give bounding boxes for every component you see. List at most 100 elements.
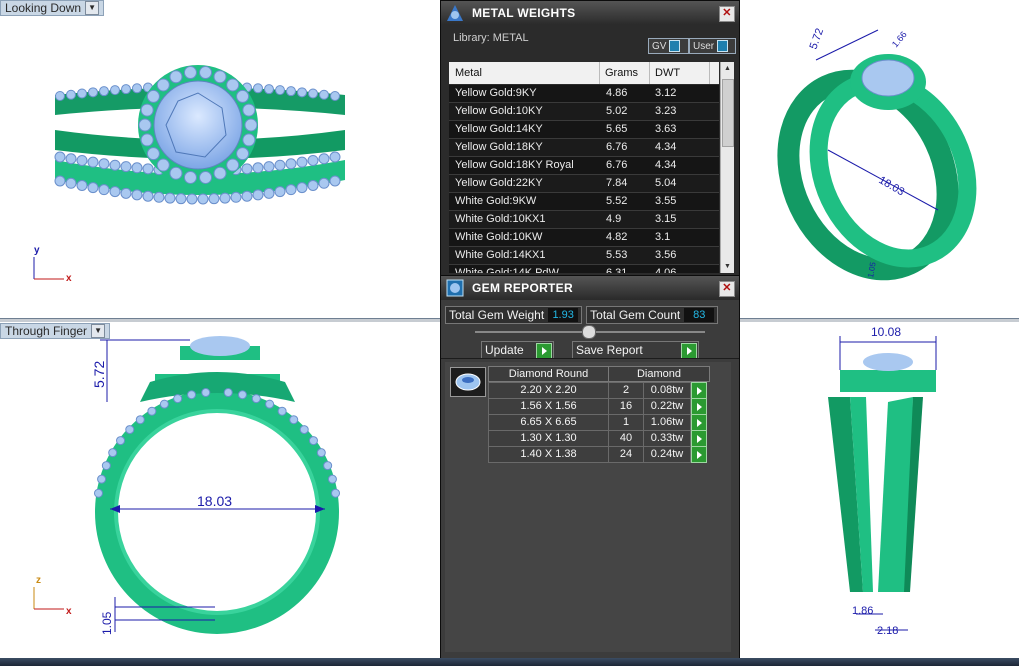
gem-bead: [264, 84, 274, 95]
gem-bead: [183, 170, 197, 184]
gem-bead: [187, 390, 197, 400]
gem-bead: [169, 166, 183, 180]
gem-bead: [55, 91, 65, 101]
gem-bead: [132, 83, 142, 94]
gem-bead: [125, 425, 135, 435]
table-row[interactable]: Yellow Gold:10KY 5.02 3.23: [449, 103, 719, 121]
metal-table-scrollbar[interactable]: ▲ ▼: [720, 62, 734, 273]
gem-bead: [327, 474, 337, 484]
toggle-switch-icon: [717, 40, 729, 52]
gem-table-area: Diamond Round Diamond 2.20 X 2.20 2 0.08tw…: [445, 362, 731, 652]
ring-perspective-view: 5.72 18.03 1.66 1.05: [777, 27, 977, 281]
gem-bead: [308, 88, 318, 99]
scroll-thumb[interactable]: [722, 79, 734, 147]
viewport-label-text: Looking Down: [5, 1, 82, 15]
table-row[interactable]: White Gold:9KW 5.52 3.55: [449, 193, 719, 211]
gem-bead: [120, 187, 132, 199]
gem-bead: [299, 425, 309, 435]
dim-band-label: 1.05: [100, 611, 114, 635]
gem-bead: [140, 133, 154, 147]
gem-bead: [274, 186, 286, 198]
toggle-gv[interactable]: GV: [648, 38, 689, 54]
gem-bead: [76, 154, 88, 166]
table-cell-metal: White Gold:10KW: [455, 231, 543, 243]
toggle-user[interactable]: User: [689, 38, 736, 54]
gem-bead: [109, 186, 121, 198]
column-header-diamond-round: Diamond Round: [488, 366, 609, 382]
metal-table-header: Metal Grams DWT: [449, 62, 719, 84]
table-cell-metal: White Gold:10KX1: [455, 213, 546, 225]
save-report-button[interactable]: Save Report: [572, 341, 699, 359]
table-row[interactable]: White Gold:10KW 4.82 3.1: [449, 229, 719, 247]
gem-bead: [241, 163, 253, 175]
gem-bead: [236, 89, 250, 103]
gem-bead: [99, 86, 109, 97]
table-row[interactable]: Yellow Gold:9KY 4.86 3.12: [449, 85, 719, 103]
gem-bead: [98, 184, 110, 196]
viewport-menu-arrow-icon[interactable]: ▼: [85, 1, 100, 15]
table-cell-grams: 6.76: [606, 159, 628, 171]
gem-bead: [219, 192, 231, 204]
gem-totals-row: Total Gem Weight 1.93 Total Gem Count 83: [445, 306, 719, 324]
gem-bead: [65, 153, 77, 165]
column-header-diamond: Diamond: [608, 366, 710, 382]
gem-bead: [101, 461, 111, 471]
scroll-up-icon[interactable]: ▲: [721, 62, 734, 75]
viewport-label-through-finger[interactable]: Through Finger ▼: [0, 323, 111, 339]
dim-label: 1.66: [890, 29, 909, 49]
viewport-perspective[interactable]: 5.72 18.03 1.66 1.05: [738, 0, 1019, 318]
table-cell-dwt: 3.1: [655, 231, 671, 243]
scroll-down-icon[interactable]: ▼: [721, 260, 734, 273]
table-row[interactable]: White Gold:14K PdW 6.31 4.06: [449, 265, 719, 273]
gem-reporter-title: GEM REPORTER: [472, 281, 573, 295]
table-row[interactable]: White Gold:14KX1 5.53 3.56: [449, 247, 719, 265]
close-icon[interactable]: ✕: [719, 281, 735, 297]
column-header-dwt[interactable]: DWT: [655, 67, 680, 79]
gem-bead: [186, 193, 198, 205]
axis-gizmo: [33, 257, 64, 280]
viewport-side[interactable]: 10.08 1.86 2.18: [738, 322, 1019, 655]
table-cell-metal: White Gold:14KX1: [455, 249, 546, 261]
column-header-metal[interactable]: Metal: [455, 67, 482, 79]
gem-reporter-titlebar[interactable]: GEM REPORTER ✕: [441, 276, 739, 300]
save-report-button-label: Save Report: [576, 343, 643, 357]
ring-side-view: 10.08 1.86 2.18: [828, 325, 937, 637]
play-arrow-icon[interactable]: [691, 446, 707, 463]
gem-bead: [147, 406, 157, 416]
table-row[interactable]: White Gold:10KX1 4.9 3.15: [449, 211, 719, 229]
scale-icon: [443, 1, 467, 25]
gem-cell-weight: 0.22tw: [643, 398, 691, 415]
column-header-grams[interactable]: Grams: [605, 67, 638, 79]
play-arrow-icon[interactable]: [691, 430, 707, 447]
viewport-label-looking-down[interactable]: Looking Down ▼: [0, 0, 105, 16]
gem-bead: [87, 156, 99, 168]
gem-bead: [156, 78, 170, 92]
dim-width-label: 18.03: [197, 493, 232, 509]
close-icon[interactable]: ✕: [719, 6, 735, 22]
gem-bead: [93, 488, 103, 498]
gem-bead: [138, 118, 152, 132]
panel-slider-knob[interactable]: [582, 325, 596, 339]
gem-bead: [121, 84, 131, 95]
viewport-menu-arrow-icon[interactable]: ▼: [91, 324, 106, 338]
table-cell-dwt: 3.55: [655, 195, 677, 207]
taskbar[interactable]: [0, 658, 1019, 666]
table-cell-metal: Yellow Gold:14KY: [455, 123, 543, 135]
table-row[interactable]: Yellow Gold:18KY Royal 6.76 4.34: [449, 157, 719, 175]
update-button[interactable]: Update: [481, 341, 554, 359]
diamond-round-icon: [450, 367, 486, 397]
play-arrow-icon[interactable]: [691, 398, 707, 415]
table-cell-grams: 6.31: [606, 267, 628, 273]
table-row[interactable]: Yellow Gold:18KY 6.76 4.34: [449, 139, 719, 157]
play-arrow-icon[interactable]: [691, 414, 707, 431]
table-cell-grams: 5.65: [606, 123, 628, 135]
viewport-looking-down[interactable]: Looking Down ▼ y x: [0, 0, 440, 318]
play-arrow-icon[interactable]: [691, 382, 707, 399]
table-row[interactable]: Yellow Gold:14KY 5.65 3.63: [449, 121, 719, 139]
viewport-through-finger[interactable]: Through Finger ▼ 5.72 18.03 1.05 z x: [0, 322, 440, 655]
gem-cell-count: 40: [608, 430, 644, 447]
metal-weights-titlebar[interactable]: METAL WEIGHTS ✕: [441, 1, 739, 25]
viewport-label-text: Through Finger: [5, 324, 88, 338]
table-row[interactable]: Yellow Gold:22KY 7.84 5.04: [449, 175, 719, 193]
dim-top-label: 10.08: [871, 325, 901, 339]
